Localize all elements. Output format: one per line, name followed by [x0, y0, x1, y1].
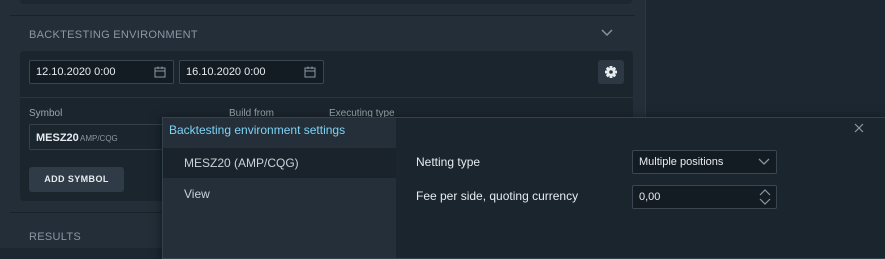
dialog-sidebar: Backtesting environment settings MESZ20 … — [163, 118, 396, 258]
fee-input[interactable]: 0,00 — [632, 185, 777, 209]
symbol-name: MESZ20 — [36, 132, 79, 144]
backtesting-section-title: BACKTESTING ENVIRONMENT — [29, 29, 198, 41]
netting-type-label: Netting type — [416, 155, 481, 169]
spinner-arrows-icon[interactable] — [759, 188, 771, 206]
netting-type-value: Multiple positions — [639, 156, 724, 168]
symbol-column-header: Symbol — [29, 108, 63, 119]
card-divider — [20, 97, 633, 98]
end-date-value: 16.10.2020 0:00 — [186, 66, 266, 78]
previous-section-card — [20, 0, 632, 4]
start-date-field[interactable]: 12.10.2020 0:00 — [29, 60, 174, 84]
symbol-exchange: AMP/CQG — [80, 134, 118, 143]
close-icon[interactable] — [854, 123, 864, 133]
calendar-icon[interactable] — [154, 66, 166, 78]
chevron-down-icon[interactable] — [601, 28, 613, 38]
chevron-down-icon — [758, 158, 770, 165]
backtesting-settings-dialog: Backtesting environment settings MESZ20 … — [162, 117, 885, 259]
end-date-field[interactable]: 16.10.2020 0:00 — [179, 60, 324, 84]
add-symbol-button[interactable]: ADD SYMBOL — [29, 167, 124, 192]
symbol-row[interactable]: MESZ20 AMP/CQG — [29, 124, 179, 150]
netting-type-select[interactable]: Multiple positions — [632, 150, 777, 174]
calendar-icon[interactable] — [304, 66, 316, 78]
dialog-title: Backtesting environment settings — [169, 123, 346, 137]
start-date-value: 12.10.2020 0:00 — [36, 66, 116, 78]
fee-value: 0,00 — [639, 191, 661, 203]
gear-icon — [605, 66, 617, 78]
dialog-item-symbol[interactable]: MESZ20 (AMP/CQG) — [163, 148, 396, 178]
results-section-title: RESULTS — [29, 231, 82, 243]
section-divider — [10, 15, 635, 16]
environment-settings-button[interactable] — [598, 60, 624, 84]
dialog-item-view[interactable]: View — [163, 179, 396, 209]
fee-label: Fee per side, quoting currency — [416, 189, 579, 203]
